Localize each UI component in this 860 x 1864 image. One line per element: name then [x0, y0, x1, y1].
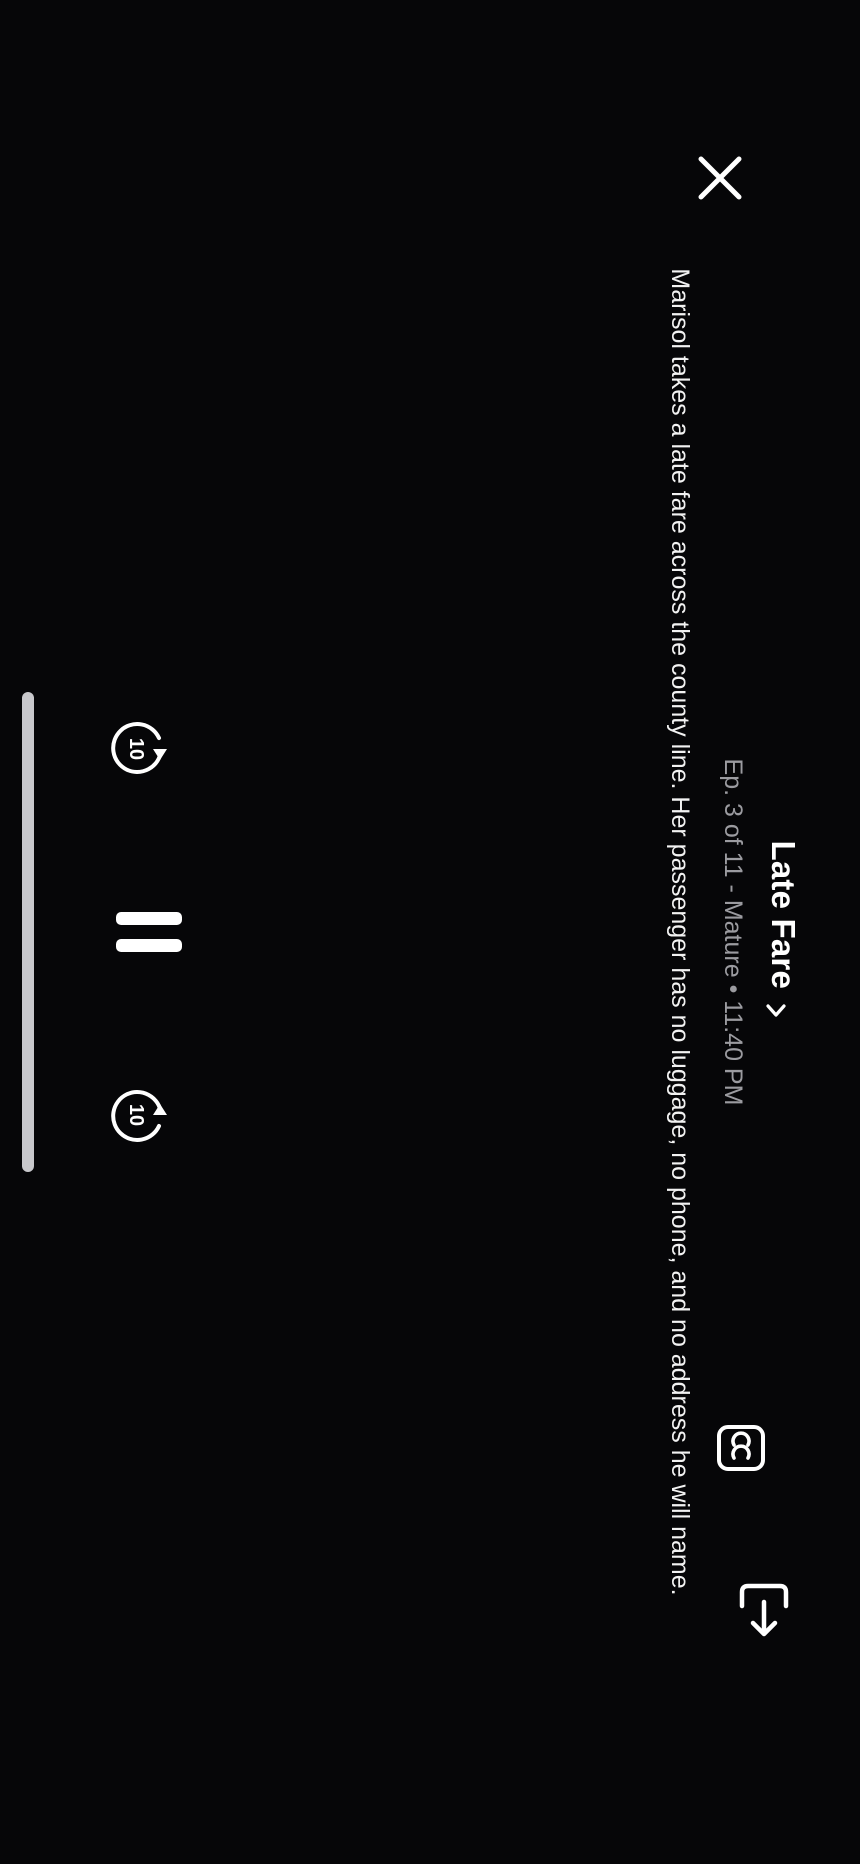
forward-10-icon: 10	[111, 1090, 167, 1142]
show-title[interactable]: Late Fare	[765, 841, 802, 990]
forward-10-button[interactable]: 10	[106, 1084, 168, 1146]
pause-button[interactable]	[114, 908, 184, 956]
closed-captions-icon	[717, 1425, 765, 1471]
pause-icon	[116, 912, 182, 952]
rewind-seconds-label: 10	[125, 738, 147, 760]
forward-seconds-label: 10	[125, 1104, 147, 1126]
progress-scrubber[interactable]	[22, 692, 34, 1172]
episode-synopsis: Marisol takes a late fare across the cou…	[666, 268, 694, 1596]
rewind-10-icon: 10	[111, 722, 167, 774]
chevron-right-icon[interactable]	[764, 999, 788, 1023]
rewind-10-button[interactable]: 10	[106, 718, 168, 780]
captions-button[interactable]	[716, 1424, 766, 1472]
video-player-screen: Late Fare Ep. 3 of 11 - Mature • 11:40 P…	[0, 0, 860, 1864]
share-button[interactable]	[736, 1580, 792, 1640]
player-overlay: Late Fare Ep. 3 of 11 - Mature • 11:40 P…	[0, 0, 860, 1864]
share-icon	[739, 1583, 789, 1637]
